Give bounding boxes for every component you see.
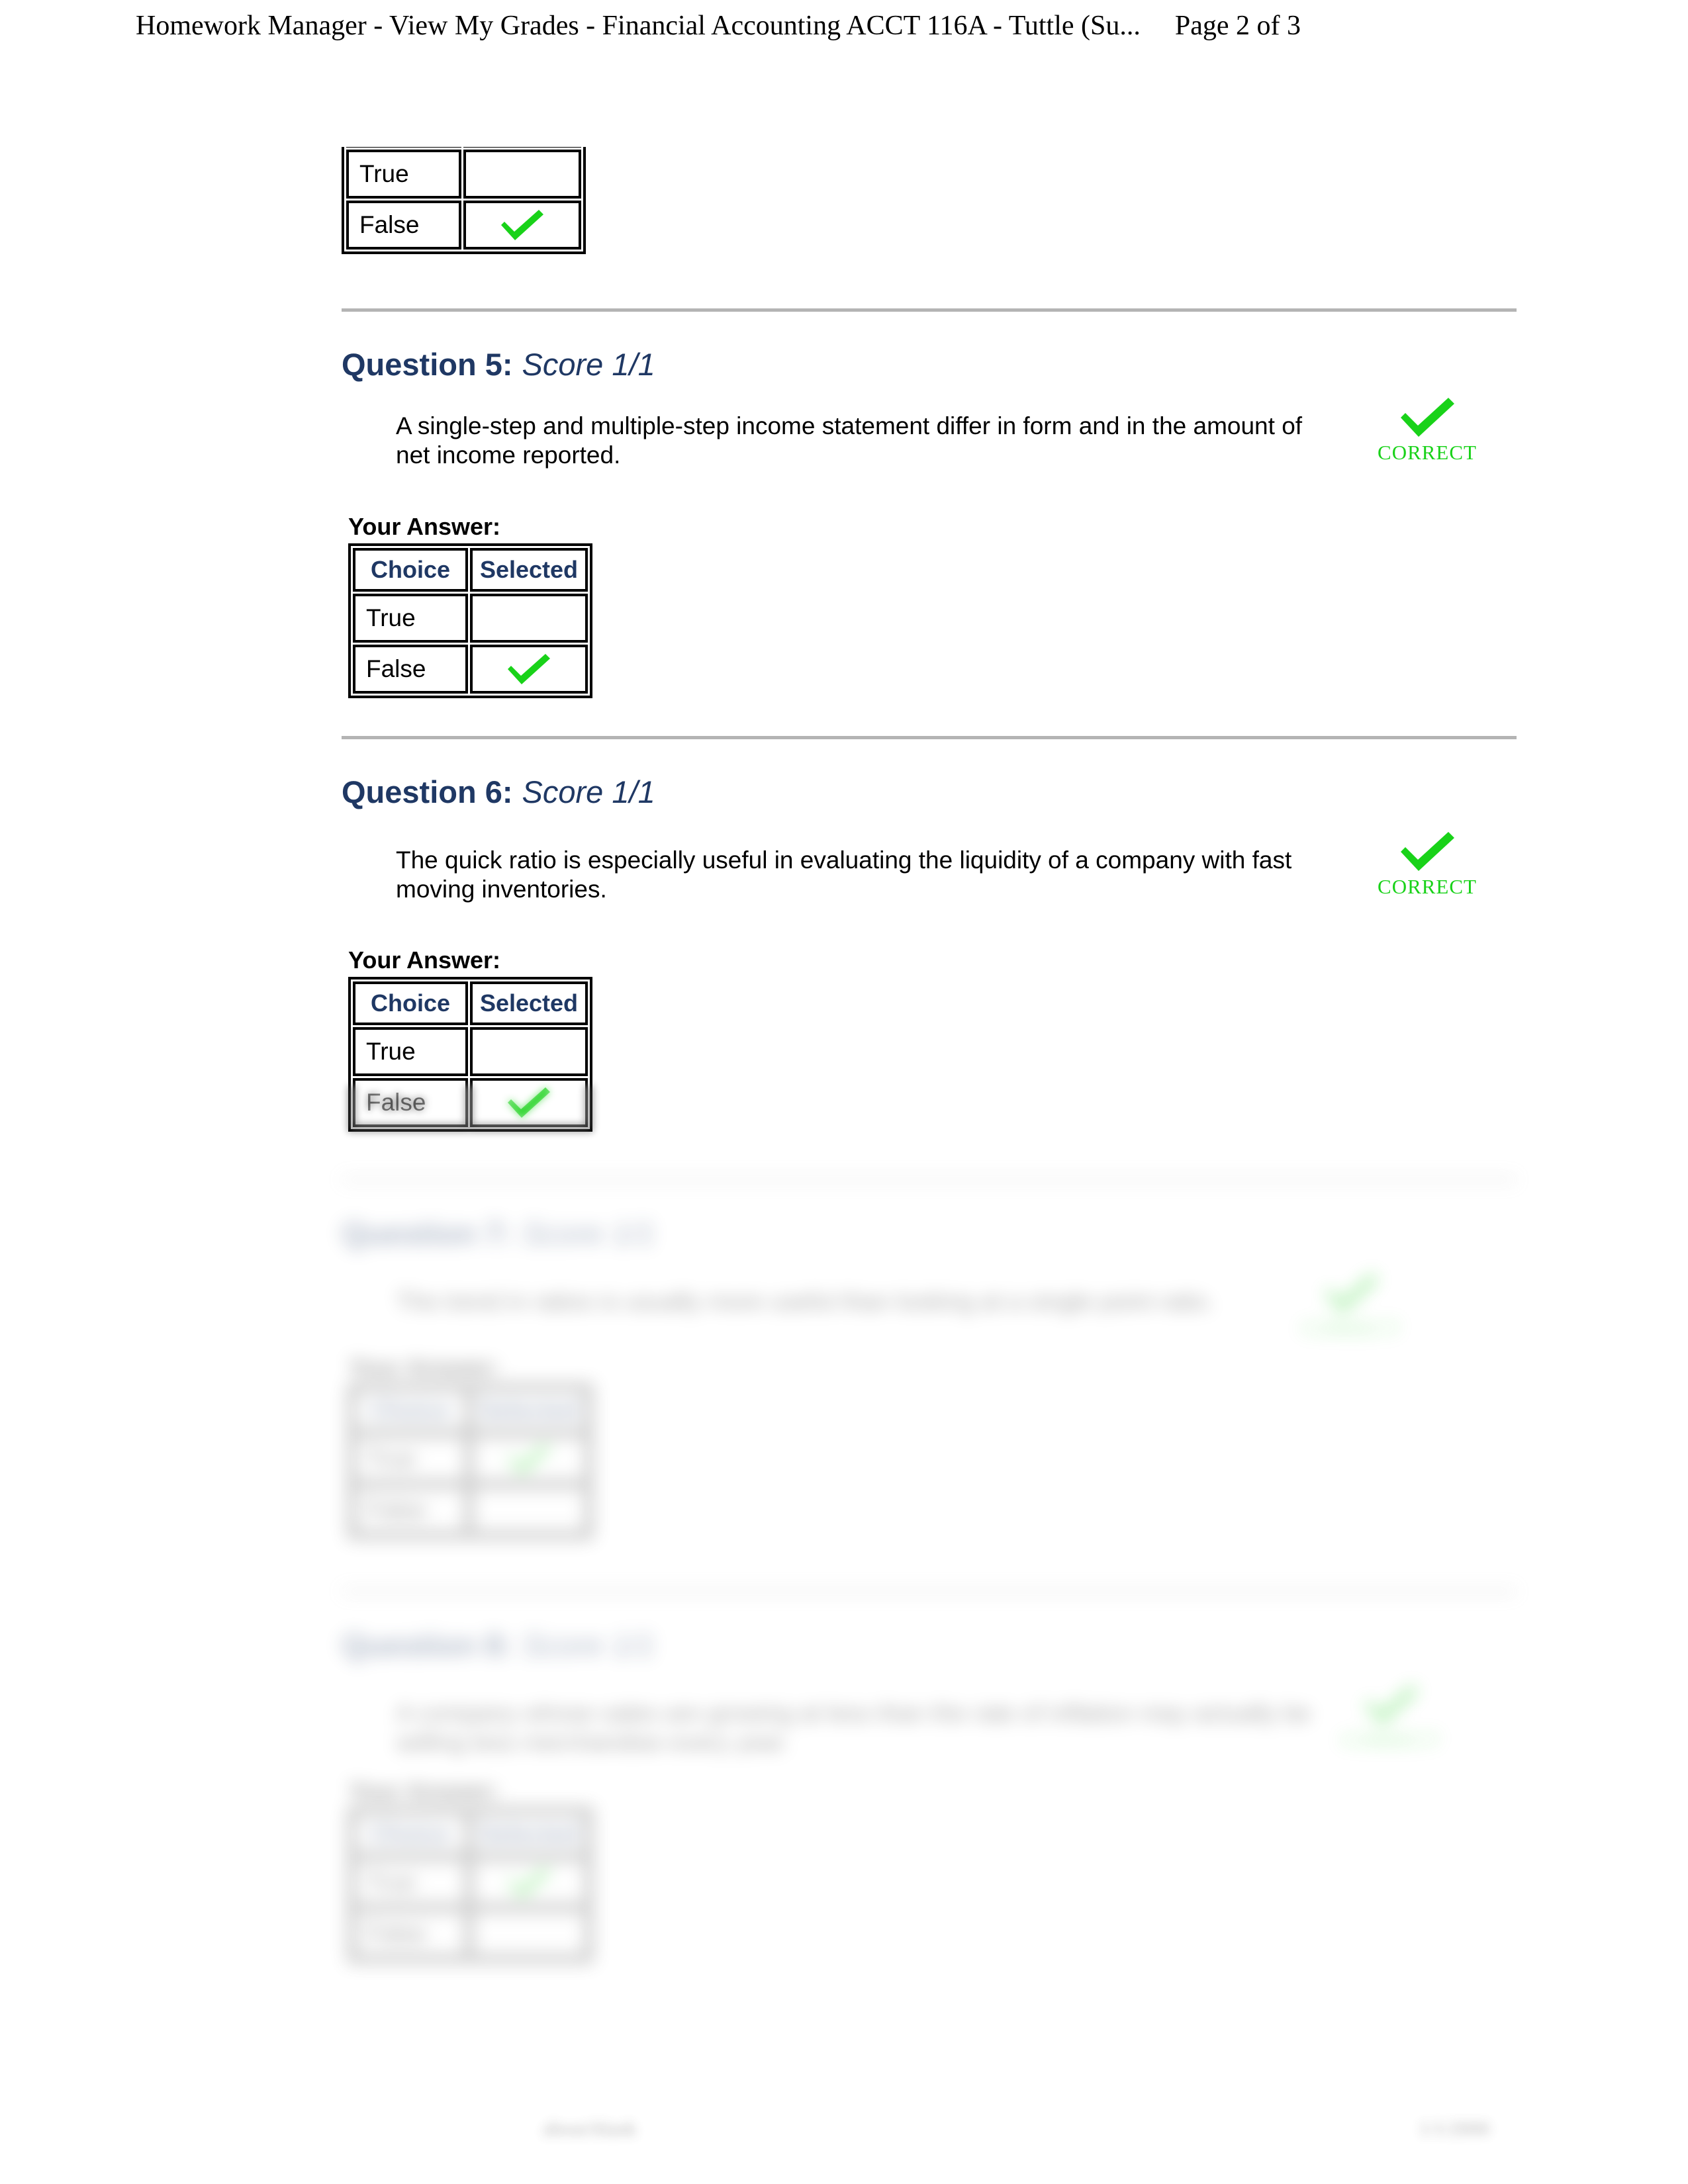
- question-7-text: The trend in ratios is usually more usef…: [396, 1288, 1215, 1315]
- question-8-correct-stamp: CORRECT: [1308, 1683, 1474, 1752]
- question-7-number: Question 7:: [342, 1216, 513, 1251]
- choice-label-false: False: [353, 1485, 468, 1534]
- table-row: True: [353, 1027, 588, 1076]
- separator-above-question-5: [342, 308, 1526, 312]
- selected-cell-false[interactable]: [470, 1485, 588, 1534]
- print-footer-url: about:blank: [543, 2118, 637, 2140]
- question-7-correct-stamp: CORRECT: [1268, 1271, 1434, 1340]
- separator-above-question-8: [342, 1590, 1526, 1593]
- your-answer-label: Your Answer:: [348, 1353, 501, 1381]
- selected-cell-false[interactable]: [470, 1909, 588, 1958]
- question-5-correct-stamp: CORRECT: [1344, 396, 1510, 465]
- question-5-text: A single-step and multiple-step income s…: [396, 412, 1303, 469]
- blurred-region-question-6-table-bottom: Your Answer: Choice Selected True False: [0, 1085, 1688, 1165]
- choice-label-true: True: [353, 1858, 468, 1907]
- table-row: True: [353, 1858, 588, 1907]
- question-8-body: A company whose sales are growing at les…: [342, 1685, 1526, 1757]
- answer-table-question-5: Choice Selected True False: [348, 543, 592, 698]
- green-check-icon: [1308, 1683, 1474, 1727]
- question-6-text: The quick ratio is especially useful in …: [396, 846, 1292, 903]
- green-check-icon: [1344, 830, 1510, 874]
- column-header-selected: Selected: [470, 1812, 588, 1856]
- question-5-answer-section: Your Answer: Choice Selected True False: [342, 513, 1526, 698]
- green-check-icon: [504, 1087, 553, 1118]
- selected-cell-true[interactable]: [470, 594, 588, 643]
- blurred-region-question-8: Question 8: Score 1/1 A company whose sal…: [0, 1575, 1688, 1999]
- question-5-block: Question 5: Score 1/1: [342, 349, 1526, 380]
- green-check-icon: [1268, 1271, 1434, 1315]
- choice-label-false: False: [353, 645, 468, 694]
- choice-label-true: True: [353, 594, 468, 643]
- table-row: Choice Selected: [353, 1812, 588, 1856]
- table-row: True: [353, 594, 588, 643]
- choice-label-false: False: [353, 1085, 468, 1127]
- table-row: True: [353, 1434, 588, 1483]
- question-6-heading: Question 6: Score 1/1: [342, 776, 1526, 807]
- selected-cell-false[interactable]: [470, 1085, 588, 1127]
- column-header-selected: Selected: [470, 981, 588, 1025]
- question-6-correct-stamp: CORRECT: [1344, 830, 1510, 899]
- question-5-heading: Question 5: Score 1/1: [342, 349, 1526, 380]
- question-5-body: A single-step and multiple-step income s…: [342, 398, 1526, 470]
- selected-cell-false[interactable]: [470, 645, 588, 694]
- question-8-heading: Question 8: Score 1/1: [342, 1629, 1526, 1661]
- browser-print-footer: about:blank 1/1/2000: [0, 2118, 1688, 2140]
- column-header-selected: Selected: [470, 548, 588, 592]
- question-7-score: Score 1/1: [522, 1216, 655, 1251]
- table-row: False: [353, 1909, 588, 1958]
- question-7-answer-section: Your Answer: Choice Selected True False: [342, 1353, 1526, 1539]
- question-7-body: The trend in ratios is usually more usef…: [342, 1273, 1526, 1340]
- choice-label-false: False: [353, 1909, 468, 1958]
- question-8-number: Question 8:: [342, 1627, 513, 1662]
- correct-stamp-text: CORRECT: [1378, 441, 1477, 464]
- answer-table-question-8: Choice Selected True False: [348, 1807, 592, 1962]
- your-answer-label: Your Answer:: [348, 946, 501, 974]
- table-row: Choice Selected: [353, 548, 588, 592]
- question-6-score: Score 1/1: [522, 774, 655, 809]
- green-check-icon: [504, 1867, 553, 1897]
- selected-cell-true[interactable]: [470, 1858, 588, 1907]
- table-row: False: [353, 1085, 588, 1127]
- question-6-number: Question 6:: [342, 774, 513, 809]
- column-header-selected: Selected: [470, 1388, 588, 1432]
- table-row: False: [353, 645, 588, 694]
- question-6-body: The quick ratio is especially useful in …: [342, 832, 1526, 904]
- separator-above-question-6: [342, 736, 1526, 739]
- question-8-score: Score 1/1: [522, 1627, 655, 1662]
- green-check-icon: [504, 654, 553, 684]
- correct-stamp-text: CORRECT: [1341, 1728, 1440, 1751]
- table-row: False: [353, 1485, 588, 1534]
- green-check-icon: [1344, 396, 1510, 439]
- question-8-block: Question 8: Score 1/1: [342, 1629, 1526, 1661]
- blurred-region-question-7: Question 7: Score 1/1 The trend in ratios…: [0, 1165, 1688, 1575]
- selected-cell-true[interactable]: [470, 1027, 588, 1076]
- table-row: Choice Selected: [353, 1388, 588, 1432]
- column-header-choice: Choice: [353, 1388, 468, 1432]
- table-row: Choice Selected: [353, 981, 588, 1025]
- separator-above-question-7: [342, 1178, 1526, 1181]
- green-check-icon: [504, 1443, 553, 1474]
- correct-stamp-text: CORRECT: [1301, 1316, 1401, 1340]
- choice-label-true: True: [353, 1027, 468, 1076]
- question-8-text: A company whose sales are growing at les…: [396, 1700, 1311, 1756]
- selected-cell-true[interactable]: [470, 1434, 588, 1483]
- your-answer-label: Your Answer:: [348, 513, 501, 540]
- print-footer-date: 1/1/2000: [1419, 2118, 1489, 2140]
- column-header-choice: Choice: [353, 548, 468, 592]
- your-answer-label: Your Answer:: [348, 1777, 501, 1804]
- answer-table-question-6-blurred-tail: Choice Selected True False: [348, 1085, 592, 1132]
- column-header-choice: Choice: [353, 1812, 468, 1856]
- choice-label-true: True: [353, 1434, 468, 1483]
- question-5-number: Question 5:: [342, 347, 513, 382]
- question-7-block: Question 7: Score 1/1: [342, 1218, 1526, 1249]
- answer-table-question-7: Choice Selected True False: [348, 1384, 592, 1539]
- question-6-block: Question 6: Score 1/1: [342, 776, 1526, 807]
- question-7-heading: Question 7: Score 1/1: [342, 1218, 1526, 1249]
- column-header-choice: Choice: [353, 981, 468, 1025]
- question-8-answer-section: Your Answer: Choice Selected True False: [342, 1777, 1526, 1962]
- question-5-score: Score 1/1: [522, 347, 655, 382]
- correct-stamp-text: CORRECT: [1378, 875, 1477, 898]
